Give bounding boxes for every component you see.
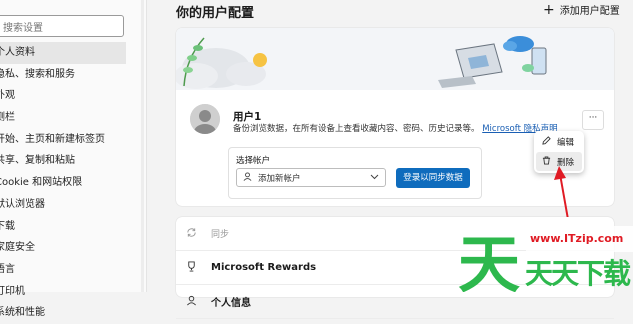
sidebar-item-family-safety[interactable]: 家庭安全	[0, 237, 126, 259]
person-icon	[243, 171, 252, 184]
list-item-rewards-label: Microsoft Rewards	[211, 262, 317, 273]
plus-icon: +	[543, 1, 555, 18]
sync-icon	[186, 227, 197, 241]
person-silhouette-icon	[190, 104, 220, 134]
sidebar-item-downloads[interactable]: 下载	[0, 216, 126, 238]
search-input[interactable]	[0, 18, 123, 38]
sidebar-item-sidebar[interactable]: 侧栏	[0, 107, 126, 129]
profile-description-text: 备份浏览数据，在所有设备上查看收藏内容、密码、历史记录等。	[233, 124, 480, 134]
avatar[interactable]	[190, 104, 220, 134]
watermark-url: www.ITzip.com	[530, 232, 624, 245]
sidebar-item-start-home[interactable]: 开始、主页和新建标签页	[0, 129, 126, 151]
list-item-personal-info-label: 个人信息	[211, 298, 251, 309]
menu-item-edit[interactable]: 编辑	[536, 132, 582, 151]
sidebar-nav: 个人资料 隐私、搜索和服务 外观 侧栏 开始、主页和新建标签页 共享、复制和粘贴…	[0, 42, 126, 324]
account-select[interactable]: 添加新帐户	[236, 168, 386, 187]
sign-in-to-sync-button[interactable]: 登录以同步数据	[396, 168, 470, 188]
sidebar-item-printers[interactable]: 打印机	[0, 281, 126, 303]
add-profile-label: 添加用户配置	[559, 6, 620, 17]
profile-description: 备份浏览数据，在所有设备上查看收藏内容、密码、历史记录等。 Microsoft …	[233, 122, 558, 134]
add-profile-button[interactable]: + 添加用户配置	[543, 1, 620, 18]
person-icon	[186, 295, 197, 309]
trophy-icon	[186, 260, 197, 275]
sidebar-item-share-copy-paste[interactable]: 共享、复制和粘贴	[0, 150, 126, 172]
sidebar-scrollbar[interactable]	[140, 0, 145, 292]
sidebar-item-profiles[interactable]: 个人资料	[0, 42, 126, 64]
sidebar-item-default-browser[interactable]: 默认浏览器	[0, 194, 126, 216]
sidebar-item-appearance[interactable]: 外观	[0, 85, 126, 107]
menu-item-edit-label: 编辑	[557, 137, 575, 148]
sidebar-item-languages[interactable]: 语言	[0, 259, 126, 281]
sidebar-item-cookies[interactable]: Cookie 和网站权限	[0, 172, 126, 194]
profile-card: 用户1 备份浏览数据，在所有设备上查看收藏内容、密码、历史记录等。 Micros…	[176, 28, 614, 206]
watermark-text: 天天下载	[525, 257, 631, 290]
choose-account-label: 选择帐户	[236, 156, 271, 166]
more-options-button[interactable]: ···	[582, 110, 604, 130]
chevron-down-icon	[370, 173, 379, 183]
profile-banner-illustration	[176, 28, 614, 90]
settings-sidebar: 个人资料 隐私、搜索和服务 外观 侧栏 开始、主页和新建标签页 共享、复制和粘贴…	[0, 0, 147, 318]
account-select-value: 添加新帐户	[258, 173, 301, 184]
pencil-icon	[542, 135, 551, 148]
sidebar-item-privacy[interactable]: 隐私、搜索和服务	[0, 64, 126, 86]
svg-text:天: 天	[458, 228, 520, 292]
list-item-sync-label: 同步	[211, 230, 230, 240]
search-box[interactable]	[0, 15, 124, 38]
sidebar-item-system[interactable]: 系统和性能	[0, 302, 126, 324]
page-title: 你的用户配置	[176, 6, 255, 21]
